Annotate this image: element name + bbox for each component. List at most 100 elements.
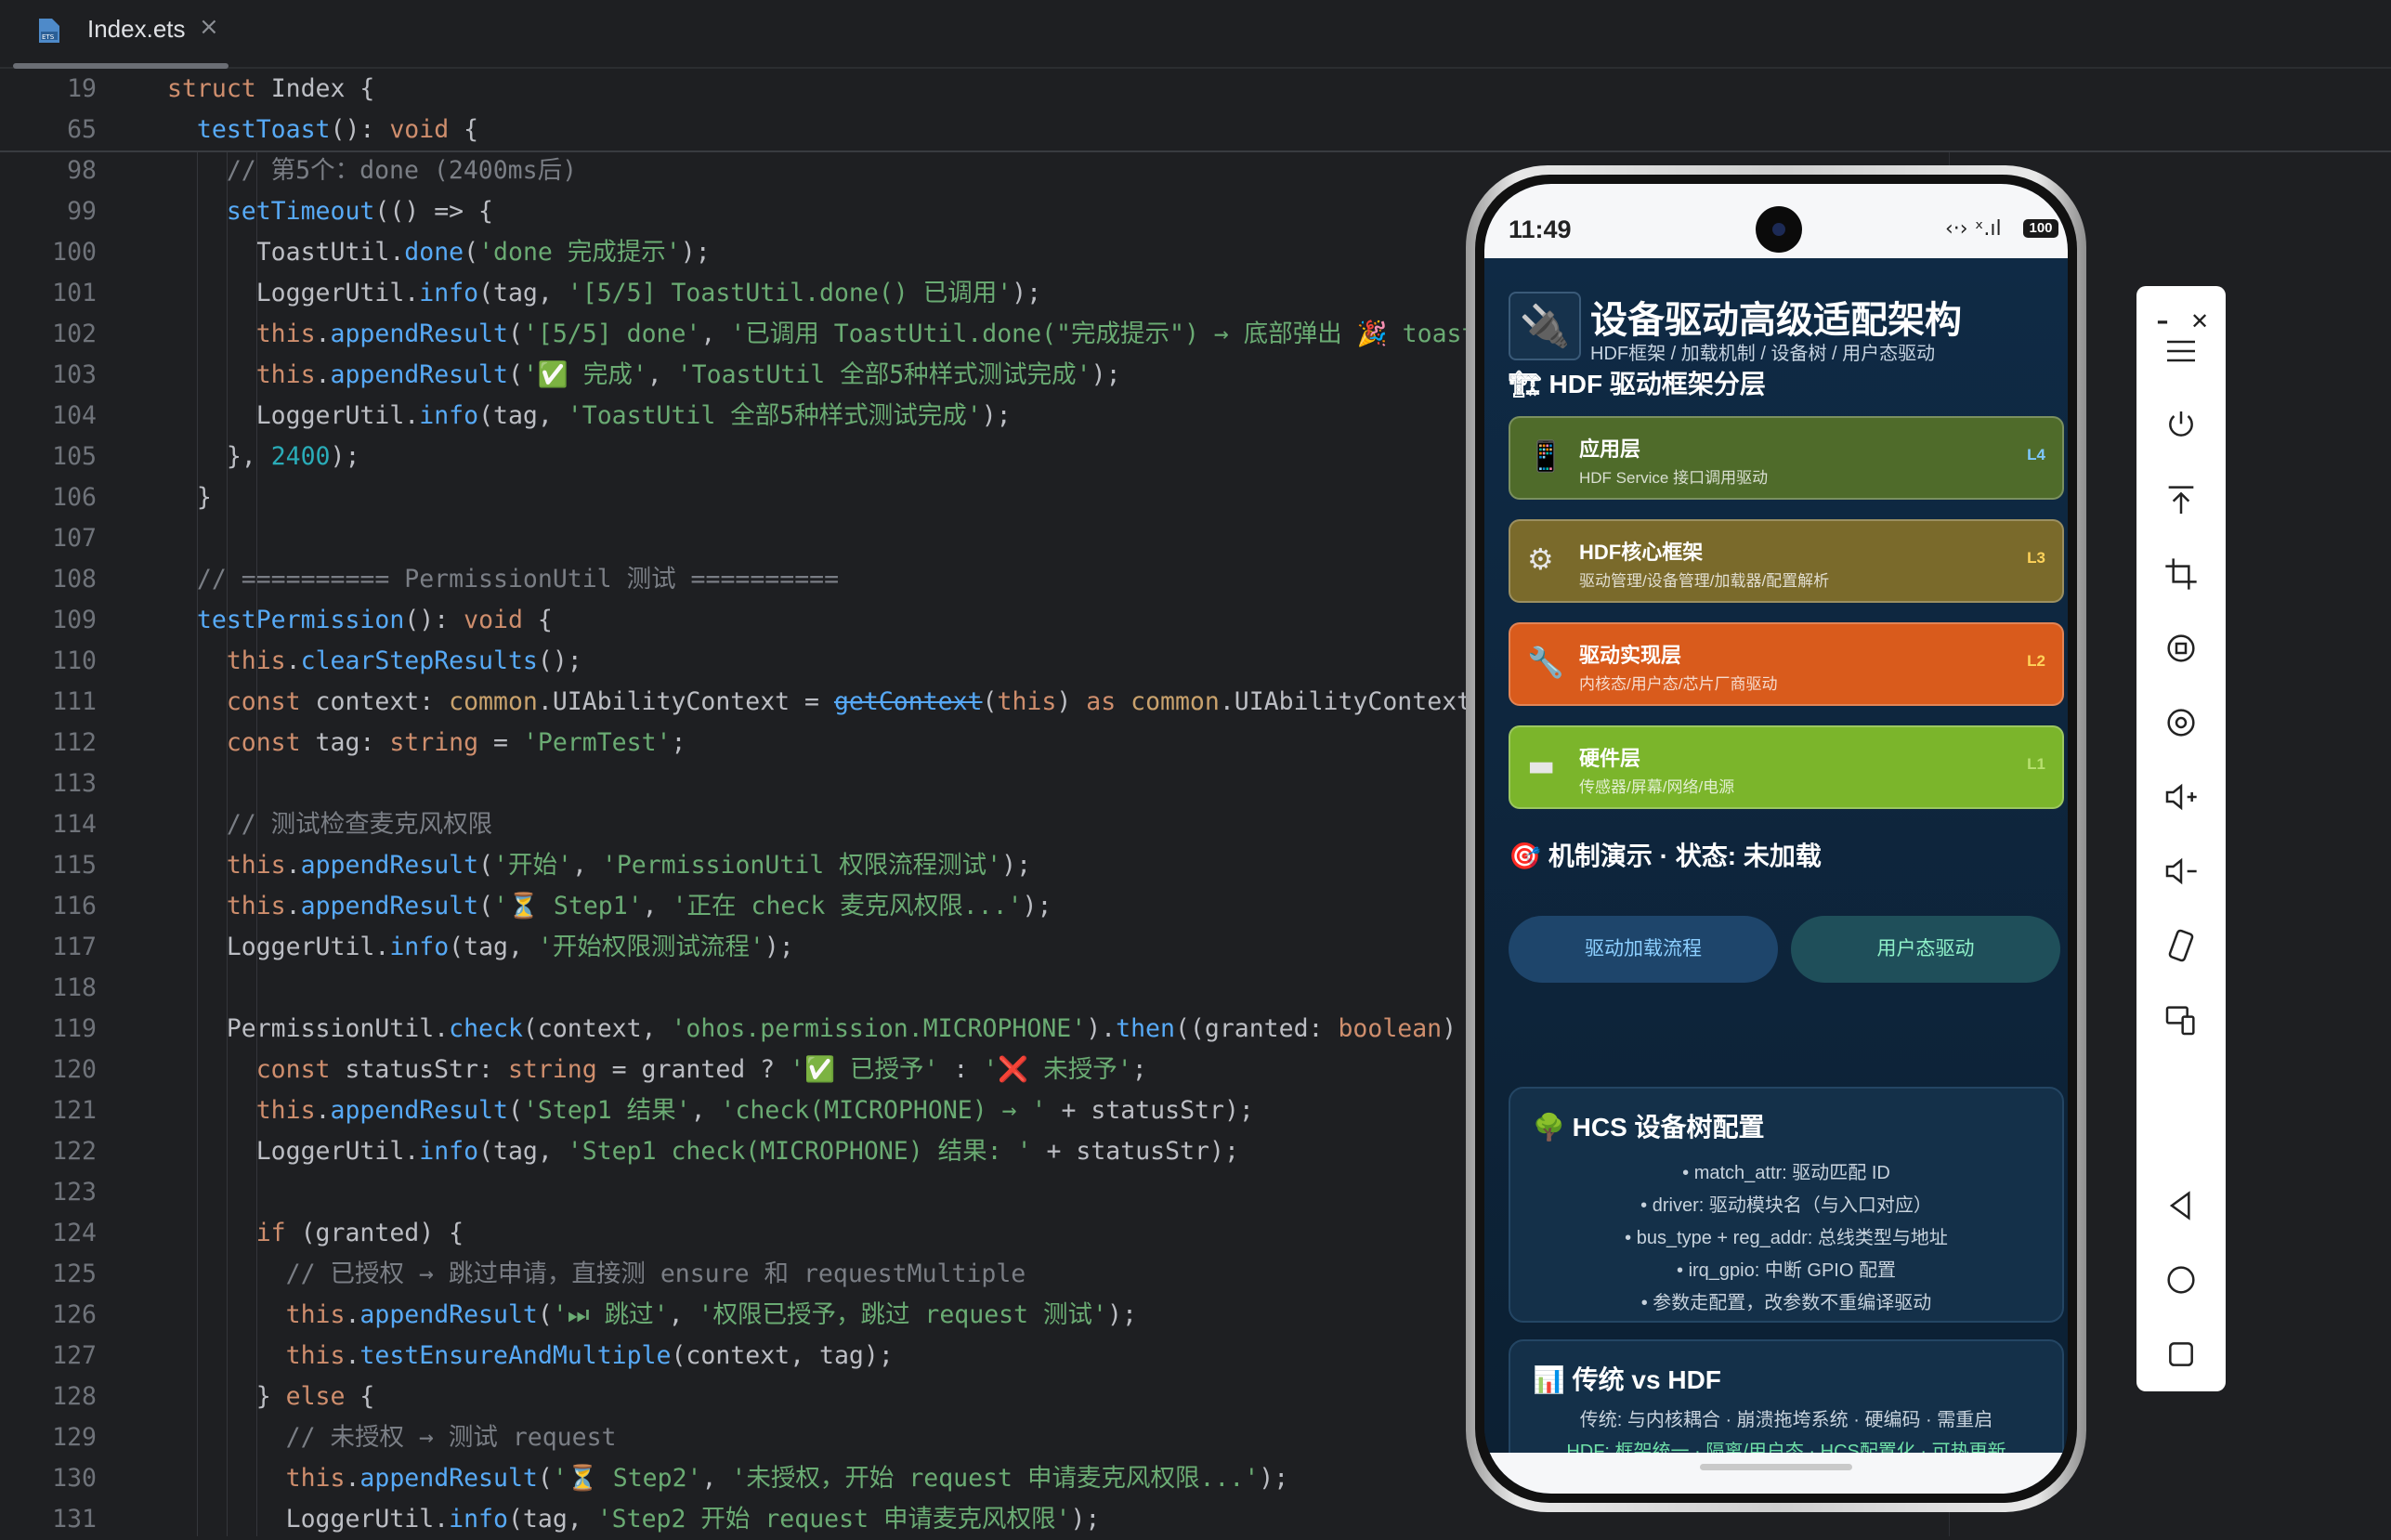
code-token: testEnsureAndMultiple (359, 1341, 672, 1370)
code-line[interactable]: 19 struct Index { (0, 69, 2391, 110)
sticky-scroll-header[interactable]: 19 struct Index {65 testToast(): void { (0, 69, 2391, 152)
line-number: 119 (52, 1014, 97, 1043)
code-text: LoggerUtil.info(tag, '开始权限测试流程'); (167, 927, 794, 968)
code-token: LoggerUtil. (167, 401, 420, 430)
code-token: struct (167, 74, 271, 103)
code-token: appendResult (330, 320, 508, 348)
hcs-item: • driver: 驱动模块名（与入口对应） (1640, 1195, 1932, 1216)
layer-card[interactable]: 🔧 驱动实现层 内核态/用户态/芯片厂商驱动 L2 (1509, 622, 2064, 706)
back-icon[interactable] (2159, 1183, 2203, 1228)
code-text: // 未授权 → 测试 request (167, 1417, 617, 1458)
home-indicator[interactable] (1700, 1464, 1852, 1470)
code-token: (context, tag); (671, 1341, 894, 1370)
code-token: 'ToastUtil 全部5种样式测试完成' (567, 401, 982, 430)
code-token: ); (1106, 1300, 1137, 1329)
layer-icon: ⚙ (1527, 542, 1554, 577)
code-text: this.clearStepResults(); (167, 641, 582, 682)
code-token: (tag, (478, 1137, 568, 1166)
code-token: ( (537, 1464, 553, 1493)
code-token: clearStepResults (300, 646, 538, 675)
layer-card[interactable]: ▬ 硬件层 传感器/屏幕/网络/电源 L1 (1509, 725, 2064, 809)
user-mode-driver-button[interactable]: 用户态驱动 (1791, 916, 2060, 983)
code-token: : (938, 1055, 984, 1084)
line-number: 98 (67, 156, 97, 185)
indent-guide (256, 150, 257, 1536)
rotate-icon[interactable] (2159, 626, 2203, 671)
line-number: 112 (52, 728, 97, 757)
code-token: .UIAbilityContext = (537, 687, 834, 716)
code-token: 'Step1 结果' (522, 1096, 691, 1125)
phone-screen[interactable]: 11:49 ‹·› ˣ.ıl 100 🔌 设备驱动高级适配架构 HDF框架 / … (1484, 184, 2068, 1494)
indent-guide (227, 150, 228, 1536)
code-token: ( (464, 238, 479, 267)
code-text: const tag: string = 'PermTest'; (167, 723, 686, 763)
code-token: ( (478, 892, 494, 920)
gesture-bar (1484, 1453, 2068, 1494)
code-text: LoggerUtil.info(tag, 'ToastUtil 全部5种样式测试… (167, 396, 1012, 437)
volume-down-icon[interactable] (2159, 849, 2203, 894)
code-token: ( (507, 360, 523, 389)
code-token: 'check(MICROPHONE) → ' (720, 1096, 1047, 1125)
line-number: 121 (52, 1096, 97, 1125)
tab-index-ets[interactable]: ETS Index.ets × (13, 0, 229, 67)
code-token: '已调用 ToastUtil.done("完成提示") → 底部弹出 🎉 toa… (730, 320, 1492, 348)
code-token: info (449, 1505, 508, 1533)
code-token: , (700, 320, 731, 348)
code-token: testPermission (167, 606, 405, 634)
compare-traditional: 传统: 与内核耦合 · 崩溃拖垮系统 · 硬编码 · 需重启 (1579, 1410, 1993, 1430)
code-token: ) (1056, 687, 1087, 716)
editor-tab-bar: ETS Index.ets × (0, 0, 2391, 69)
layer-icon: 🔧 (1527, 645, 1564, 680)
front-camera (1756, 206, 1802, 253)
line-number: 129 (52, 1423, 97, 1452)
status-time: 11:49 (1509, 215, 1572, 243)
code-text: } else { (167, 1377, 375, 1417)
close-icon[interactable]: × (199, 13, 219, 41)
code-token: ); (1022, 892, 1052, 920)
code-token: ); (1091, 360, 1121, 389)
code-token: // 测试检查麦克风权限 (167, 810, 493, 839)
code-token: . (315, 320, 331, 348)
line-number: 124 (52, 1219, 97, 1247)
layer-desc: 传感器/屏幕/网络/电源 (1579, 778, 1735, 796)
code-token: ); (1001, 851, 1032, 880)
driver-load-flow-button[interactable]: 驱动加载流程 (1509, 916, 1778, 983)
upload-icon[interactable] (2159, 477, 2203, 522)
volume-up-icon[interactable] (2159, 775, 2203, 819)
code-token: LoggerUtil. (167, 1505, 450, 1533)
code-token: (() => { (374, 197, 494, 226)
code-token: void (389, 115, 464, 144)
code-token: // ========== PermissionUtil 测试 ========… (167, 565, 840, 594)
code-token: this (167, 1096, 316, 1125)
line-number: 102 (52, 320, 97, 348)
hcs-item: • irq_gpio: 中断 GPIO 配置 (1677, 1260, 1896, 1281)
code-token: ; (671, 728, 686, 757)
code-text: testToast(): void { (167, 110, 478, 150)
code-token: const (167, 687, 316, 716)
home-icon[interactable] (2159, 1258, 2203, 1302)
recent-icon[interactable] (2159, 1332, 2203, 1377)
code-text: this.appendResult('[5/5] done', '已调用 Toa… (167, 314, 1492, 355)
rotate-device-icon[interactable] (2159, 923, 2203, 968)
multi-device-icon[interactable] (2159, 998, 2203, 1042)
code-line[interactable]: 65 testToast(): void { (0, 110, 2391, 150)
code-token: ( (507, 320, 523, 348)
menu-icon[interactable] (2159, 329, 2203, 373)
code-token: '权限已授予，跳过 request 测试' (698, 1300, 1107, 1329)
layer-card[interactable]: ⚙ HDF核心框架 驱动管理/设备管理/加载器/配置解析 L3 (1509, 519, 2064, 603)
code-token: 'Step1 check(MICROPHONE) 结果: ' (567, 1137, 1032, 1166)
code-token: '开始' (493, 851, 572, 880)
layer-card[interactable]: 📱 应用层 HDF Service 接口调用驱动 L4 (1509, 416, 2064, 500)
crop-icon[interactable] (2159, 552, 2203, 596)
line-number: 113 (52, 769, 97, 798)
screenshot-icon[interactable] (2159, 700, 2203, 745)
layer-tag: L4 (2027, 446, 2045, 463)
layer-tag: L3 (2027, 549, 2045, 567)
code-token: ). (1086, 1014, 1117, 1043)
code-token: ((granted: (1174, 1014, 1339, 1043)
code-token: if (167, 1219, 301, 1247)
code-token: (tag, (507, 1505, 597, 1533)
code-token: 'Step2 开始 request 申请麦克风权限' (596, 1505, 1071, 1533)
phone-emulator-frame: 11:49 ‹·› ˣ.ıl 100 🔌 设备驱动高级适配架构 HDF框架 / … (1466, 165, 2086, 1512)
power-icon[interactable] (2159, 403, 2203, 448)
